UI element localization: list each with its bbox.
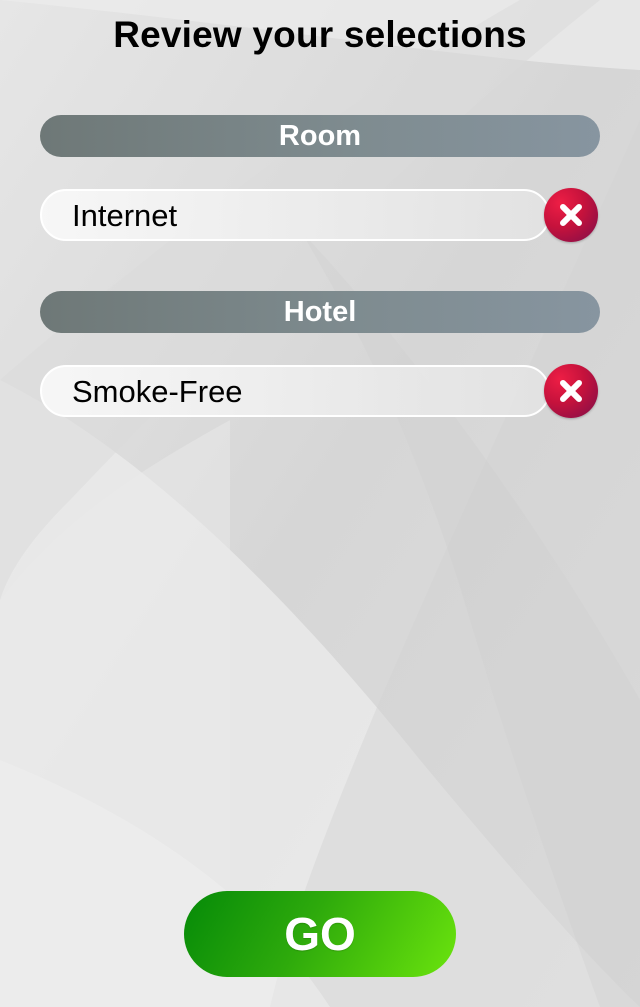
selection-row-smoke-free: Smoke-Free [40,364,600,418]
page-title: Review your selections [113,14,527,55]
selection-pill: Internet [40,189,550,241]
remove-button[interactable] [544,364,598,418]
section-header-hotel: Hotel [40,291,600,333]
section-header-room: Room [40,115,600,157]
review-selections-screen: Review your selections Room Internet Hot… [0,0,640,1007]
remove-button[interactable] [544,188,598,242]
close-icon [560,380,582,402]
selection-pill: Smoke-Free [40,365,550,417]
selection-row-internet: Internet [40,188,600,242]
close-icon [560,204,582,226]
go-button[interactable]: GO [184,891,456,977]
